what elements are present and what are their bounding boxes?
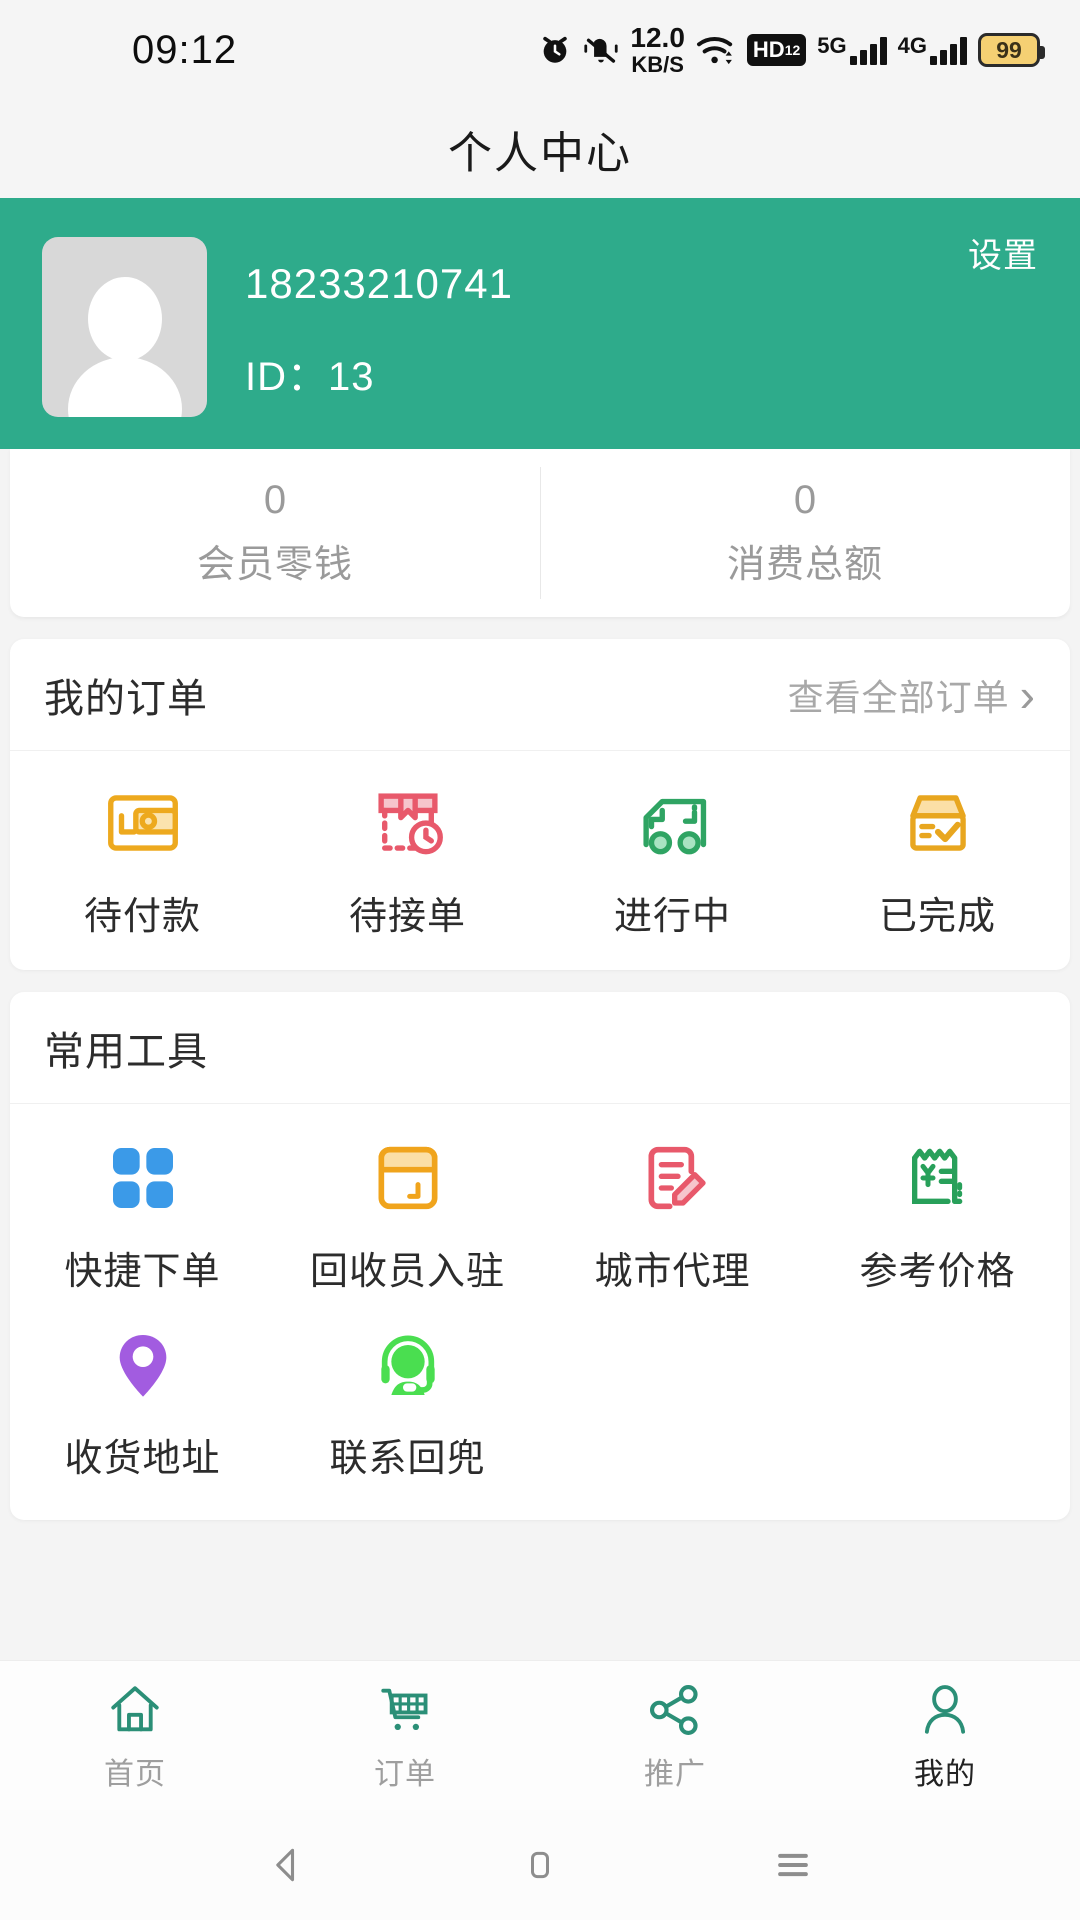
headset-support-icon [364, 1321, 452, 1409]
profile-phone: 18233210741 [245, 259, 513, 307]
order-status-label: 待付款 [83, 896, 201, 938]
orders-title: 我的订单 [44, 676, 208, 721]
card-window-icon [364, 1134, 452, 1222]
signal-5g-icon: 5G [817, 35, 887, 65]
location-pin-icon [99, 1321, 187, 1409]
box-check-icon [894, 779, 982, 867]
phone-screen: 09:12 12.0 KB/S HD 1 2 5G 4G 99 个人中心 设置 … [0, 0, 1080, 1920]
tool-contact-support[interactable]: 联系回兜 [275, 1321, 540, 1482]
order-status-pending-accept[interactable]: 待接单 [275, 779, 540, 940]
tool-shipping-address[interactable]: 收货地址 [10, 1321, 275, 1482]
tool-quick-order[interactable]: 快捷下单 [10, 1134, 275, 1295]
order-status-label: 进行中 [613, 896, 731, 938]
tab-label: 推广 [644, 1757, 706, 1791]
tool-label: 城市代理 [594, 1251, 751, 1293]
status-bar: 09:12 12.0 KB/S HD 1 2 5G 4G 99 [0, 0, 1080, 100]
tools-grid: 快捷下单 回收员入驻 城市代理 参考价格 收货地址 联系回兜 [10, 1104, 1070, 1520]
order-status-in-progress[interactable]: 进行中 [540, 779, 805, 940]
orders-section: 我的订单 查看全部订单 › 待付款 待接单 进行中 已完成 [10, 639, 1070, 970]
tab-mine[interactable]: 我的 [810, 1679, 1080, 1793]
stat-value: 0 [263, 478, 287, 522]
profile-id-value: 13 [328, 354, 375, 399]
tool-city-agent[interactable]: 城市代理 [540, 1134, 805, 1295]
user-avatar-icon [67, 276, 182, 417]
tools-title: 常用工具 [44, 1029, 208, 1074]
recents-icon[interactable] [748, 1830, 838, 1900]
home-square-icon[interactable] [495, 1830, 585, 1900]
tool-label: 收货地址 [64, 1438, 221, 1480]
tab-home[interactable]: 首页 [0, 1679, 270, 1793]
wifi-icon [696, 33, 736, 67]
avatar[interactable] [42, 236, 207, 417]
person-icon [914, 1679, 976, 1741]
network-speed: 12.0 KB/S [630, 22, 685, 77]
tab-orders[interactable]: 订单 [270, 1679, 540, 1793]
android-nav-bar [0, 1810, 1080, 1920]
stat-label: 会员零钱 [196, 544, 353, 586]
profile-info: 18233210741 ID：13 [245, 260, 513, 402]
profile-id: ID：13 [245, 344, 513, 402]
orders-grid: 待付款 待接单 进行中 已完成 [10, 751, 1070, 970]
view-all-orders-button[interactable]: 查看全部订单 › [788, 669, 1036, 721]
stat-total-spend[interactable]: 0 消费总额 [540, 449, 1070, 617]
signal-4g-icon: 4G [898, 35, 967, 65]
stat-member-balance[interactable]: 0 会员零钱 [10, 449, 540, 617]
truck-icon [629, 779, 717, 867]
profile-id-label: ID： [245, 354, 328, 399]
settings-button[interactable]: 设置 [968, 228, 1038, 277]
tool-label: 参考价格 [859, 1251, 1016, 1293]
orders-header: 我的订单 查看全部订单 › [10, 639, 1070, 751]
stat-label: 消费总额 [726, 544, 883, 586]
status-icons: 12.0 KB/S HD 1 2 5G 4G 99 [538, 0, 1045, 100]
receipt-yuan-icon [894, 1134, 982, 1222]
back-icon[interactable] [242, 1830, 332, 1900]
tool-recycler-join[interactable]: 回收员入驻 [275, 1134, 540, 1295]
cart-icon [374, 1679, 436, 1741]
bottom-tab-bar: 首页 订单 推广 我的 [0, 1660, 1080, 1810]
hd-voice-icon: HD 1 2 [746, 34, 807, 66]
order-status-label: 待接单 [348, 896, 466, 938]
profile-header: 设置 18233210741 ID：13 [0, 198, 1080, 449]
tool-label: 联系回兜 [329, 1438, 486, 1480]
tool-label: 快捷下单 [64, 1251, 221, 1293]
order-status-label: 已完成 [878, 896, 996, 938]
page-title: 个人中心 [448, 129, 632, 178]
tool-label: 回收员入驻 [309, 1251, 505, 1293]
alarm-icon [538, 33, 572, 67]
tools-header: 常用工具 [10, 992, 1070, 1104]
grid-squares-icon [99, 1134, 187, 1222]
stat-value: 0 [793, 478, 817, 522]
order-status-completed[interactable]: 已完成 [805, 779, 1070, 940]
order-status-pending-payment[interactable]: 待付款 [10, 779, 275, 940]
wallet-icon [99, 779, 187, 867]
box-clock-icon [364, 779, 452, 867]
document-edit-icon [629, 1134, 717, 1222]
mute-bell-icon [583, 33, 619, 67]
tab-promote[interactable]: 推广 [540, 1679, 810, 1793]
tool-reference-price[interactable]: 参考价格 [805, 1134, 1070, 1295]
battery-icon: 99 [978, 33, 1045, 67]
tab-label: 我的 [914, 1757, 976, 1791]
share-icon [644, 1679, 706, 1741]
tab-label: 首页 [104, 1757, 166, 1791]
status-time: 09:12 [132, 27, 238, 72]
tools-section: 常用工具 快捷下单 回收员入驻 城市代理 参考价格 收货地址 联系回兜 [10, 992, 1070, 1520]
tab-label: 订单 [374, 1757, 436, 1791]
home-icon [104, 1679, 166, 1741]
view-all-orders-label: 查看全部订单 [787, 676, 1010, 718]
title-bar: 个人中心 [0, 100, 1080, 198]
stats-card: 0 会员零钱 0 消费总额 [10, 449, 1070, 617]
chevron-right-icon: › [1019, 668, 1036, 721]
